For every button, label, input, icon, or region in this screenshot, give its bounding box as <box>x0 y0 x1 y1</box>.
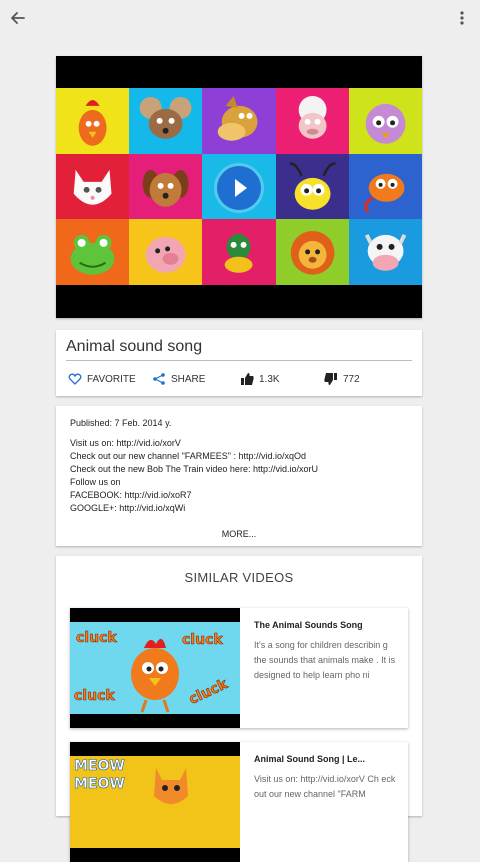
thumb-up-icon <box>241 373 254 385</box>
tile-lion <box>275 219 349 285</box>
thumb-word: cluck <box>182 632 223 649</box>
thumb-word: cluck <box>74 688 115 705</box>
back-button[interactable] <box>8 8 28 28</box>
tile-sheep <box>275 88 349 154</box>
arrow-left-icon <box>11 12 25 24</box>
similar-video-description: Visit us on: http://vid.io/xorV Ch eck o… <box>254 774 396 799</box>
share-button[interactable]: SHARE <box>152 372 205 386</box>
video-info-card: Animal sound song FAVORITE SHARE 1.3K 77… <box>56 330 422 396</box>
video-player[interactable] <box>56 56 422 318</box>
thumb-down-icon <box>324 373 337 385</box>
tile-horse <box>202 88 276 154</box>
description-card: Published: 7 Feb. 2014 y. Visit us on: h… <box>56 406 422 546</box>
video-thumbnail: cluck cluck cluck cluck <box>70 608 240 728</box>
tile-bee <box>275 153 349 220</box>
like-count: 1.3K <box>259 373 280 385</box>
tile-cat <box>56 153 130 220</box>
tile-pig <box>129 219 203 285</box>
tile-duck <box>202 219 276 285</box>
tile-bird <box>348 88 422 154</box>
thumbnail-image: cluck cluck cluck cluck <box>70 622 240 714</box>
more-button[interactable]: MORE... <box>56 529 422 539</box>
app-bar <box>0 0 480 36</box>
tile-dog <box>129 153 203 220</box>
thumb-word: cluck <box>76 630 117 647</box>
thumb-word: MEOW <box>74 776 125 793</box>
similar-videos-card: SIMILAR VIDEOS cluck cluck cluck cluck T… <box>56 556 422 862</box>
description-line: Check out our new channel "FARMEES" : ht… <box>70 451 307 461</box>
play-icon[interactable] <box>217 166 261 210</box>
dislike-count: 772 <box>343 373 360 385</box>
tile-snake <box>348 153 422 220</box>
dislike-button[interactable]: 772 <box>324 372 360 386</box>
description-line: Check out the new Bob The Train video he… <box>70 464 318 474</box>
favorite-label: FAVORITE <box>87 373 136 385</box>
overflow-menu-button[interactable] <box>452 8 472 28</box>
tile-rooster <box>56 88 130 154</box>
favorite-button[interactable]: FAVORITE <box>68 372 136 386</box>
description-line: GOOGLE+: http://vid.io/xqWi <box>70 503 186 513</box>
description-line: Visit us on: http://vid.io/xorV <box>70 438 181 448</box>
heart-outline-icon <box>68 373 82 385</box>
similar-video-item[interactable]: cluck cluck cluck cluck The Animal Sound… <box>70 608 408 728</box>
similar-video-title: The Animal Sounds Song <box>254 620 363 630</box>
description-line: FACEBOOK: http://vid.io/xoR7 <box>70 490 192 500</box>
more-vertical-icon <box>460 11 464 25</box>
similar-video-item[interactable]: MEOW MEOW Animal Sound Song | Le... Visi… <box>70 742 408 862</box>
similar-videos-heading: SIMILAR VIDEOS <box>184 570 294 585</box>
thumbnail-image: MEOW MEOW <box>70 756 240 848</box>
description-line: Follow us on <box>70 477 121 487</box>
like-button[interactable]: 1.3K <box>240 372 280 386</box>
similar-video-title: Animal Sound Song | Le... <box>254 754 366 764</box>
share-icon <box>153 373 165 385</box>
video-title: Animal sound song <box>66 338 203 355</box>
video-thumbnail: MEOW MEOW <box>70 742 240 862</box>
divider <box>66 360 412 361</box>
tile-mouse <box>129 88 203 154</box>
thumb-word: MEOW <box>74 758 125 775</box>
tile-frog <box>56 219 130 285</box>
similar-video-description: It's a song for children describin g the… <box>254 640 396 680</box>
tile-cow <box>348 219 422 285</box>
published-date: Published: 7 Feb. 2014 y. <box>70 418 172 428</box>
share-label: SHARE <box>171 373 206 385</box>
